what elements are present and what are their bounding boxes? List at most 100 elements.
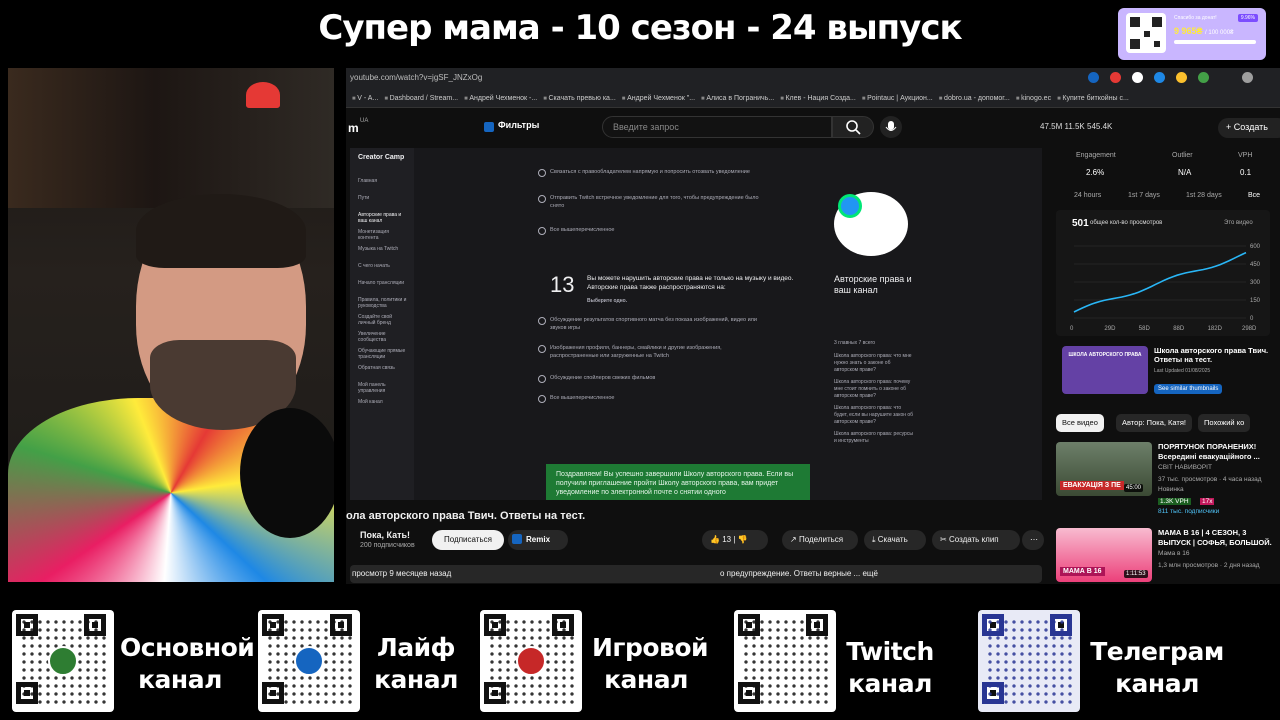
sidebar-item[interactable]: Мой панель управления (358, 382, 410, 394)
profile-avatar-icon[interactable] (1242, 72, 1253, 83)
qr-code-icon[interactable] (480, 610, 582, 712)
course-step[interactable]: Школа авторского права: ресурсы и инстру… (834, 431, 914, 445)
recommended-title[interactable]: МАМА В 16 | 4 СЕЗОН, 3 ВЫПУСК | СОФЬЯ, Б… (1158, 528, 1278, 548)
bookmark-item[interactable]: kinogo.ec (1016, 95, 1051, 102)
sidebar-item[interactable]: Авторские права и ваш канал (358, 212, 410, 224)
bookmark-item[interactable]: Pointauc | Аукцион... (862, 95, 933, 102)
sidebar-item[interactable]: Правила, политики и руководства (358, 297, 410, 309)
bookmarks-bar: V - A... Dashboard / Stream... Андрей Чехм… (346, 88, 1280, 108)
qr-label: Основной канал (120, 633, 255, 694)
sidebar-item[interactable]: Пути (358, 195, 410, 201)
success-banner: Поздравляем! Вы успешно завершили Школу … (546, 464, 810, 500)
y-tick-label: 450 (1250, 262, 1261, 268)
thumbnail-text: ЕВАКУАЦІЯ З ПЕ (1060, 481, 1124, 490)
voice-search-icon[interactable] (880, 116, 902, 138)
bookmark-item[interactable]: Скачать превью ка... (543, 95, 616, 102)
bookmark-item[interactable]: Андрей Чехменок -... (464, 95, 537, 102)
clip-button[interactable]: ✂ Создать клип (932, 530, 1020, 550)
bookmark-item[interactable]: dobro.ua - допомог... (939, 95, 1010, 102)
search-input[interactable]: Введите запрос (602, 116, 832, 138)
filter-chip[interactable]: Автор: Пока, Катя! (1116, 414, 1192, 432)
bookmark-item[interactable]: Dashboard / Stream... (384, 95, 458, 102)
course-step[interactable]: Школа авторского права: что будет, если … (834, 405, 914, 426)
filter-chip[interactable]: Все видео (1056, 414, 1104, 432)
filter-chip[interactable]: Похожий ко (1198, 414, 1251, 432)
qr-code-icon[interactable] (734, 610, 836, 712)
thumbnail-card-title: Школа авторского права Твич. Ответы на т… (1154, 346, 1269, 364)
extension-icon[interactable] (1110, 72, 1121, 83)
share-button[interactable]: ↗ Поделиться (782, 530, 858, 550)
vph-label: VPH (1238, 152, 1253, 159)
extension-icon[interactable] (1088, 72, 1099, 83)
new-badge: Новинка (1158, 486, 1184, 493)
sidebar-item[interactable]: Обратная связь (358, 365, 410, 371)
channel-name[interactable]: Пока, Кать! (360, 530, 415, 540)
recommended-title[interactable]: ПОРЯТУНОК ПОРАНЕНИХ! Всередині евакуацій… (1158, 442, 1278, 462)
sidebar-item[interactable]: Мой канал (358, 399, 410, 405)
create-button[interactable]: + Создать (1218, 118, 1280, 138)
course-step[interactable]: Школа авторского права: почему мне стоит… (834, 379, 914, 400)
bookmark-item[interactable]: V - A... (352, 95, 378, 102)
range-tab[interactable]: Все (1248, 192, 1260, 199)
sidebar-item[interactable]: Обучающие прямые трансляции (358, 348, 410, 360)
channel-stats: 47.5M 11.5K 545.4K (1040, 122, 1113, 131)
sidebar-item[interactable]: Музыка на Twitch (358, 246, 410, 252)
description-snippet: о предупреждение. Ответы верные ... ещё (720, 569, 878, 578)
address-bar[interactable]: youtube.com/watch?v=jgSF_JNZxOg (346, 68, 1280, 88)
recommended-video[interactable]: МАМА В 16 1:11:53 МАМА В 16 | 4 СЕЗОН, 3 В… (1056, 528, 1280, 584)
subscribe-button[interactable]: Подписаться (432, 530, 504, 550)
donation-label: Спасибо за донат! (1174, 15, 1217, 21)
answer-option[interactable]: Отправить Twitch встречное уведомление д… (538, 194, 770, 210)
download-button[interactable]: ⤓ Скачать (864, 530, 926, 550)
answer-option[interactable]: Все вышеперечисленное (538, 226, 770, 235)
sidebar-item[interactable]: Увеличение сообщества (358, 331, 410, 343)
sidebar-item[interactable]: Монетизация контента (358, 229, 410, 241)
bookmark-item[interactable]: Алиса в Пограничь... (701, 95, 774, 102)
remix-button[interactable]: Remix (508, 530, 568, 550)
sidebar-item[interactable]: Главная (358, 178, 410, 184)
bookmark-item[interactable]: Купите биткойны с... (1057, 95, 1129, 102)
range-tab[interactable]: 24 hours (1074, 192, 1101, 199)
answer-option[interactable]: Обсуждение спойлеров свежих фильмов (538, 374, 770, 383)
twitch-thumbnail: ШКОЛА АВТОРСКОГО ПРАВА (1062, 346, 1148, 394)
extension-icon[interactable] (1132, 72, 1143, 83)
youtube-logo[interactable]: m (348, 121, 359, 135)
range-tab[interactable]: 1st 28 days (1186, 192, 1222, 199)
answer-option[interactable]: Все вышеперечисленное (538, 394, 770, 403)
extension-icon[interactable] (1176, 72, 1187, 83)
filters-button[interactable]: Фильтры (482, 120, 539, 136)
sidebar-item[interactable]: Начало трансляции (358, 280, 410, 286)
y-tick-label: 0 (1250, 316, 1254, 322)
qr-code-icon[interactable] (978, 610, 1080, 712)
search-icon[interactable] (832, 116, 874, 138)
bookmark-item[interactable]: Клев - Нация Созда... (780, 95, 855, 102)
answer-option[interactable]: Обсуждение результатов спортивного матча… (538, 316, 770, 332)
channel-info[interactable]: Пока, Кать! 200 подписчиков (360, 530, 415, 549)
channel-avatar-icon (48, 646, 78, 676)
sidebar-item[interactable]: С чего начать (358, 263, 410, 269)
range-tab[interactable]: 1st 7 days (1128, 192, 1160, 199)
answer-option[interactable]: Изображения профиля, баннеры, смайлики и… (538, 344, 770, 360)
video-player[interactable]: Creator Camp Главная Пути Авторские права … (350, 148, 1042, 500)
video-duration: 45:00 (1124, 484, 1144, 492)
similar-thumbnails-button[interactable]: See similar thumbnails (1154, 384, 1223, 394)
recommended-channel[interactable]: СВІТ НАВИВОРІТ (1158, 464, 1212, 471)
video-duration: 1:11:53 (1124, 570, 1148, 578)
like-button[interactable]: 👍 13 | 👎 (702, 530, 768, 550)
more-icon[interactable]: ⋯ (1022, 530, 1044, 550)
answer-option[interactable]: Связаться с правообладателем напрямую и … (538, 168, 770, 177)
youtube-page: m UA Фильтры Введите запрос 47.5M 11.5K … (346, 108, 1280, 584)
recommended-video[interactable]: ЕВАКУАЦІЯ З ПЕ 45:00 ПОРЯТУНОК ПОРАНЕНИХ! … (1056, 442, 1280, 515)
video-description[interactable]: просмотр 9 месяцев назад о предупреждени… (350, 565, 1042, 583)
analytics-panel: Engagement 2.6% Outlier N/A VPH 0.1 24 h… (1056, 148, 1280, 584)
course-step[interactable]: Школа авторского права: что мне нужно зн… (834, 353, 914, 374)
qr-code-icon[interactable] (12, 610, 114, 712)
sidebar-item[interactable]: Создайте свой личный бренд (358, 314, 410, 326)
qr-code-icon[interactable] (258, 610, 360, 712)
extension-icon[interactable] (1198, 72, 1209, 83)
extension-icon[interactable] (1154, 72, 1165, 83)
url-text[interactable]: youtube.com/watch?v=jgSF_JNZxOg (350, 73, 482, 82)
stream-title: Супер мама - 10 сезон - 24 выпуск (318, 8, 962, 48)
bookmark-item[interactable]: Андрей Чехменок "... (622, 95, 695, 102)
recommended-channel[interactable]: Мама в 16 (1158, 550, 1189, 557)
